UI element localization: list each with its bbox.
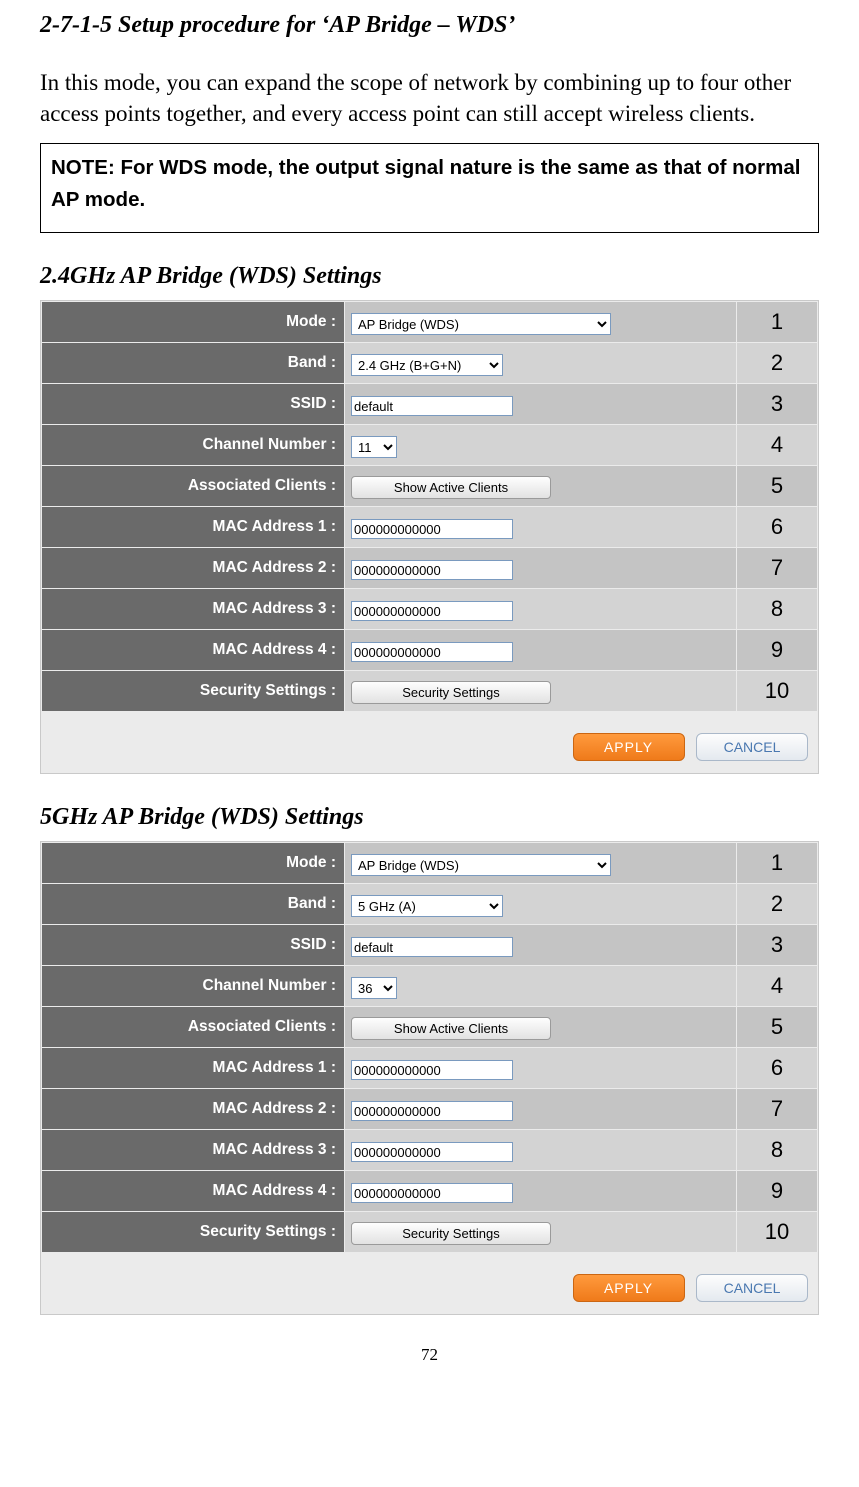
show-active-clients-button[interactable]: Show Active Clients — [351, 476, 551, 499]
value-mode-cell: AP Bridge (WDS) — [345, 843, 736, 883]
apply-button[interactable]: APPLY — [573, 733, 685, 761]
annotation: 9 — [737, 630, 817, 670]
label-mode: Mode : — [42, 843, 344, 883]
label-mac4: MAC Address 4 : — [42, 1171, 344, 1211]
annotation: 10 — [737, 1212, 817, 1252]
annotation: 6 — [737, 507, 817, 547]
label-mac1: MAC Address 1 : — [42, 507, 344, 547]
band-select[interactable]: 2.4 GHz (B+G+N) — [351, 354, 503, 376]
label-band: Band : — [42, 884, 344, 924]
label-mac3: MAC Address 3 : — [42, 1130, 344, 1170]
value-ssid-cell — [345, 384, 736, 424]
panel-5ghz: Mode : AP Bridge (WDS) 1 Band : 5 GHz (A… — [40, 841, 819, 1315]
label-clients: Associated Clients : — [42, 1007, 344, 1047]
mac1-input[interactable] — [351, 1060, 513, 1080]
value-mac3-cell — [345, 589, 736, 629]
mac2-input[interactable] — [351, 560, 513, 580]
annotation: 5 — [737, 1007, 817, 1047]
value-band-cell: 2.4 GHz (B+G+N) — [345, 343, 736, 383]
annotation: 1 — [737, 302, 817, 342]
annotation: 3 — [737, 925, 817, 965]
value-channel-cell: 11 — [345, 425, 736, 465]
ssid-input[interactable] — [351, 937, 513, 957]
value-channel-cell: 36 — [345, 966, 736, 1006]
value-mac4-cell — [345, 630, 736, 670]
label-mac4: MAC Address 4 : — [42, 630, 344, 670]
settings-table-24ghz: Mode : AP Bridge (WDS) 1 Band : 2.4 GHz … — [41, 301, 818, 712]
intro-text: In this mode, you can expand the scope o… — [40, 67, 819, 129]
value-band-cell: 5 GHz (A) — [345, 884, 736, 924]
label-mac2: MAC Address 2 : — [42, 1089, 344, 1129]
annotation: 7 — [737, 548, 817, 588]
annotation: 9 — [737, 1171, 817, 1211]
mac3-input[interactable] — [351, 1142, 513, 1162]
section-heading: 2-7-1-5 Setup procedure for ‘AP Bridge –… — [40, 12, 819, 39]
mac1-input[interactable] — [351, 519, 513, 539]
label-security: Security Settings : — [42, 671, 344, 711]
value-mode-cell: AP Bridge (WDS) — [345, 302, 736, 342]
value-mac3-cell — [345, 1130, 736, 1170]
value-security-cell: Security Settings — [345, 671, 736, 711]
button-row: APPLY CANCEL — [41, 1253, 818, 1302]
annotation: 6 — [737, 1048, 817, 1088]
value-mac4-cell — [345, 1171, 736, 1211]
security-settings-button[interactable]: Security Settings — [351, 1222, 551, 1245]
mode-select[interactable]: AP Bridge (WDS) — [351, 854, 611, 876]
annotation: 5 — [737, 466, 817, 506]
show-active-clients-button[interactable]: Show Active Clients — [351, 1017, 551, 1040]
mode-select[interactable]: AP Bridge (WDS) — [351, 313, 611, 335]
label-mac1: MAC Address 1 : — [42, 1048, 344, 1088]
value-clients-cell: Show Active Clients — [345, 466, 736, 506]
annotation: 10 — [737, 671, 817, 711]
value-mac2-cell — [345, 548, 736, 588]
cancel-button[interactable]: CANCEL — [696, 733, 808, 761]
label-ssid: SSID : — [42, 925, 344, 965]
label-mac2: MAC Address 2 : — [42, 548, 344, 588]
button-row: APPLY CANCEL — [41, 712, 818, 761]
annotation: 2 — [737, 343, 817, 383]
mac2-input[interactable] — [351, 1101, 513, 1121]
panel-24ghz: Mode : AP Bridge (WDS) 1 Band : 2.4 GHz … — [40, 300, 819, 774]
annotation: 1 — [737, 843, 817, 883]
label-channel: Channel Number : — [42, 425, 344, 465]
label-ssid: SSID : — [42, 384, 344, 424]
mac4-input[interactable] — [351, 642, 513, 662]
label-mode: Mode : — [42, 302, 344, 342]
band-select[interactable]: 5 GHz (A) — [351, 895, 503, 917]
subsection-24ghz-title: 2.4GHz AP Bridge (WDS) Settings — [40, 263, 819, 290]
label-mac3: MAC Address 3 : — [42, 589, 344, 629]
annotation: 2 — [737, 884, 817, 924]
annotation: 4 — [737, 966, 817, 1006]
value-mac1-cell — [345, 507, 736, 547]
value-mac1-cell — [345, 1048, 736, 1088]
label-clients: Associated Clients : — [42, 466, 344, 506]
cancel-button[interactable]: CANCEL — [696, 1274, 808, 1302]
annotation: 4 — [737, 425, 817, 465]
channel-select[interactable]: 11 — [351, 436, 397, 458]
mac4-input[interactable] — [351, 1183, 513, 1203]
channel-select[interactable]: 36 — [351, 977, 397, 999]
label-security: Security Settings : — [42, 1212, 344, 1252]
mac3-input[interactable] — [351, 601, 513, 621]
label-channel: Channel Number : — [42, 966, 344, 1006]
page-number: 72 — [40, 1345, 819, 1365]
value-security-cell: Security Settings — [345, 1212, 736, 1252]
value-mac2-cell — [345, 1089, 736, 1129]
annotation: 7 — [737, 1089, 817, 1129]
subsection-5ghz-title: 5GHz AP Bridge (WDS) Settings — [40, 804, 819, 831]
settings-table-5ghz: Mode : AP Bridge (WDS) 1 Band : 5 GHz (A… — [41, 842, 818, 1253]
value-clients-cell: Show Active Clients — [345, 1007, 736, 1047]
apply-button[interactable]: APPLY — [573, 1274, 685, 1302]
security-settings-button[interactable]: Security Settings — [351, 681, 551, 704]
ssid-input[interactable] — [351, 396, 513, 416]
value-ssid-cell — [345, 925, 736, 965]
annotation: 3 — [737, 384, 817, 424]
note-box: NOTE: For WDS mode, the output signal na… — [40, 143, 819, 233]
label-band: Band : — [42, 343, 344, 383]
annotation: 8 — [737, 589, 817, 629]
annotation: 8 — [737, 1130, 817, 1170]
